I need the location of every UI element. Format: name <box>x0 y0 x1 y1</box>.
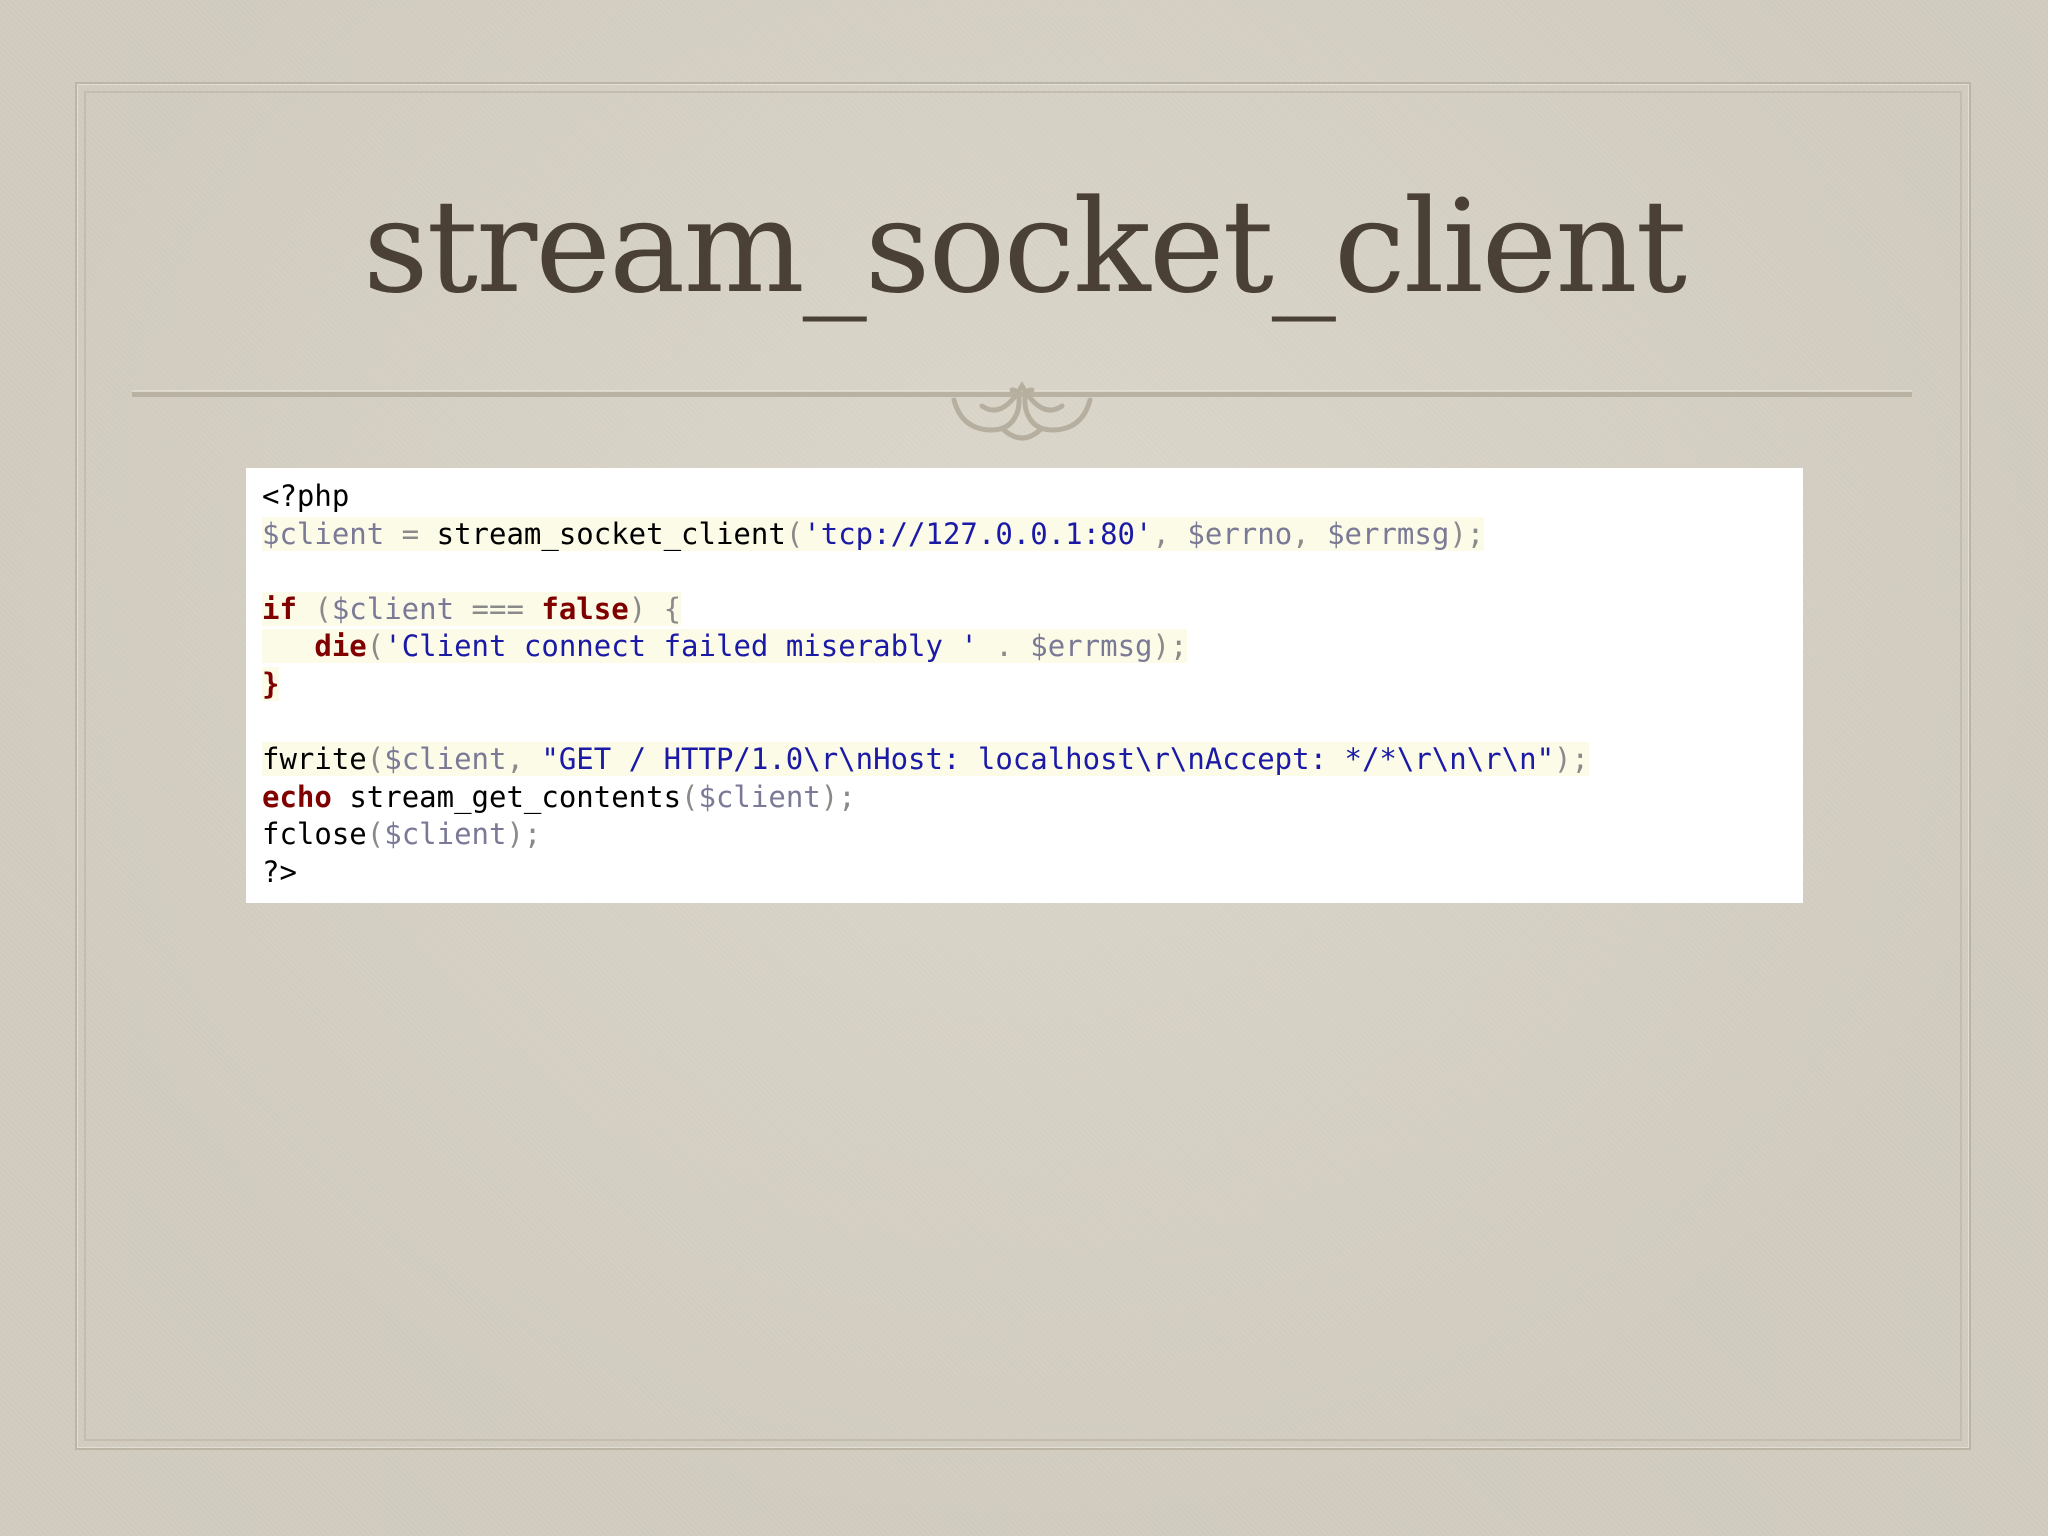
token-punct: ); <box>1152 629 1188 664</box>
token-punct: ( <box>296 591 332 626</box>
token-function: fclose <box>262 817 367 852</box>
code-line-4: if ($client === false) { <box>262 591 1787 629</box>
token-punct: ); <box>1449 516 1485 551</box>
code-line-10: fclose($client); <box>262 816 1787 854</box>
token-punct: ); <box>506 817 542 852</box>
code-line-9: echo stream_get_contents($client); <box>262 779 1787 817</box>
token-variable: $client <box>331 591 455 626</box>
token-variable: $errmsg <box>1327 516 1450 551</box>
token-keyword: false <box>541 591 629 626</box>
token-punct: ); <box>820 779 856 814</box>
token-keyword: die <box>314 629 367 664</box>
code-line-11: ?> <box>262 854 1787 892</box>
token-variable: $client <box>698 779 821 814</box>
token-punct: ( <box>785 516 804 551</box>
token-function: stream_socket_client <box>436 516 786 551</box>
token-string: "GET / HTTP/1.0\r\nHost: localhost\r\nAc… <box>541 742 1555 777</box>
token-variable: $client <box>384 742 507 777</box>
code-line-1: <?php <box>262 478 1787 516</box>
token-keyword: echo <box>262 779 332 814</box>
token-punct: ( <box>366 817 385 852</box>
token-operator: . <box>977 629 1031 664</box>
token-punct: ) { <box>628 591 682 626</box>
token-punct: , <box>1292 516 1328 551</box>
token-punct: ); <box>1554 742 1589 777</box>
code-line-6: } <box>262 666 1787 704</box>
token-punct: ( <box>681 779 699 814</box>
token-punct: , <box>506 742 542 777</box>
code-line-5: die('Client connect failed miserably ' .… <box>262 628 1787 666</box>
token-punct: , <box>1152 516 1188 551</box>
token-punct: ( <box>366 742 385 777</box>
code-line-8: fwrite($client, "GET / HTTP/1.0\r\nHost:… <box>262 741 1787 779</box>
php-open-tag: <?php <box>262 479 350 513</box>
token-brace: } <box>262 666 280 701</box>
token-variable: $errno <box>1187 516 1293 551</box>
token-variable: $client <box>262 516 385 551</box>
token-string: 'Client connect failed miserably ' <box>384 629 978 664</box>
php-close-tag: ?> <box>262 854 297 889</box>
code-block: <?php $client = stream_socket_client('tc… <box>246 468 1803 903</box>
ornamental-divider <box>132 381 1912 441</box>
token-keyword: if <box>262 591 297 626</box>
token-variable: $errmsg <box>1030 629 1153 664</box>
token-operator: === <box>454 591 542 626</box>
token-variable: $client <box>384 817 507 852</box>
code-line-2: $client = stream_socket_client('tcp://12… <box>262 516 1787 554</box>
slide-title: stream_socket_client <box>362 173 1687 322</box>
token-punct: ( <box>366 629 385 664</box>
token-function: fwrite <box>262 742 367 777</box>
token-string: 'tcp://127.0.0.1:80' <box>803 516 1153 551</box>
token-function: stream_get_contents <box>349 779 682 814</box>
token-operator: = <box>384 516 437 551</box>
